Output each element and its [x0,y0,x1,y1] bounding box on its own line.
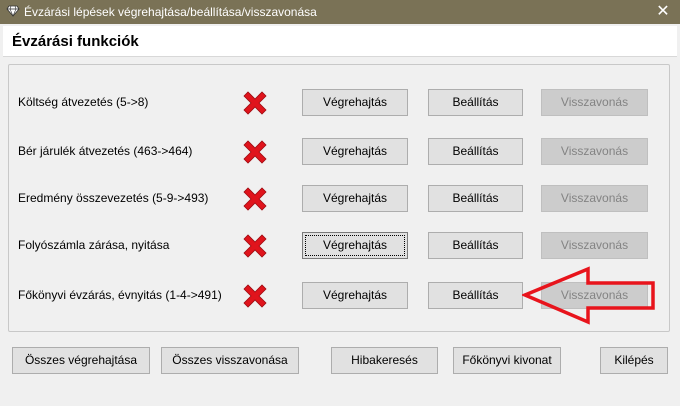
diamond-icon [6,5,20,17]
undo-button[interactable]: Visszavonás [541,89,648,116]
red-arrow-annotation [522,266,655,325]
undo-button[interactable]: Visszavonás [541,232,648,259]
step-label: Költség átvezetés (5->8) [18,95,149,109]
page-title: Évzárási funkciók [12,33,139,50]
header-panel: Évzárási funkciók [3,26,677,57]
step-label: Főkönyvi évzárás, évnyitás (1-4->491) [18,288,222,302]
step-label: Folyószámla zárása, nyitása [18,238,170,252]
debug-button[interactable]: Hibakeresés [331,347,438,374]
step-row-cost-transfer: Költség átvezetés (5->8) Végrehajtás Beá… [0,88,680,118]
undo-button[interactable]: Visszavonás [541,185,648,212]
execute-button[interactable]: Végrehajtás [302,232,408,259]
red-x-icon [243,140,267,164]
execute-button[interactable]: Végrehajtás [302,138,408,165]
execute-button[interactable]: Végrehajtás [302,282,408,309]
red-x-icon [243,284,267,308]
step-label: Eredmény összevezetés (5-9->493) [18,191,209,205]
title-bar: Évzárási lépések végrehajtása/beállítása… [0,0,680,24]
execute-all-button[interactable]: Összes végrehajtása [12,347,150,374]
execute-button[interactable]: Végrehajtás [302,185,408,212]
exit-button[interactable]: Kilépés [600,347,668,374]
undo-all-button[interactable]: Összes visszavonása [161,347,299,374]
close-button[interactable]: ✕ [646,0,680,24]
red-x-icon [243,187,267,211]
settings-button[interactable]: Beállítás [428,232,523,259]
settings-button[interactable]: Beállítás [428,89,523,116]
step-label: Bér járulék átvezetés (463->464) [18,144,193,158]
red-x-icon [243,91,267,115]
settings-button[interactable]: Beállítás [428,185,523,212]
settings-button[interactable]: Beállítás [428,282,523,309]
window-title: Évzárási lépések végrehajtása/beállítása… [24,5,317,19]
step-row-result-consolidation: Eredmény összevezetés (5-9->493) Végreha… [0,184,680,214]
ledger-extract-button[interactable]: Főkönyvi kivonat [453,347,561,374]
step-row-wage-contribution: Bér járulék átvezetés (463->464) Végreha… [0,137,680,167]
undo-button[interactable]: Visszavonás [541,138,648,165]
execute-button[interactable]: Végrehajtás [302,89,408,116]
settings-button[interactable]: Beállítás [428,138,523,165]
step-row-current-account: Folyószámla zárása, nyitása Végrehajtás … [0,231,680,261]
red-x-icon [243,234,267,258]
